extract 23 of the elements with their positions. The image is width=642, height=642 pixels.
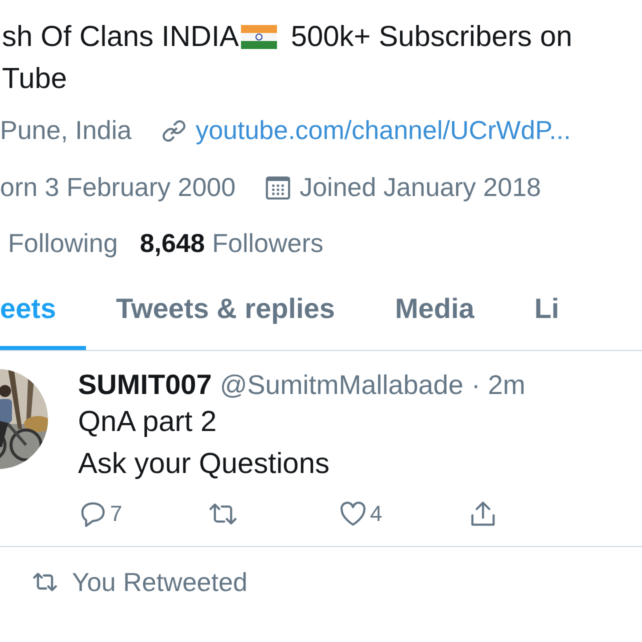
- author-name: SUMIT007: [78, 369, 212, 401]
- profile-tab[interactable]: Tweets & replies: [86, 272, 365, 350]
- profile-tab[interactable]: Li: [504, 272, 590, 350]
- tweet-text: QnA part 2: [78, 405, 218, 440]
- bio-text: Tube: [2, 62, 68, 97]
- profile-tab[interactable]: Media: [364, 272, 504, 350]
- website-link[interactable]: youtube.com/channel/UCrWdP...: [196, 115, 571, 146]
- reply-button[interactable]: 7: [78, 499, 122, 529]
- location-text: Pune, India: [0, 115, 132, 146]
- like-button[interactable]: 4: [338, 499, 382, 529]
- bio-text: sh Of Clans INDIA: [2, 20, 239, 55]
- calendar-icon: [264, 174, 292, 202]
- following-link[interactable]: Following: [8, 228, 118, 258]
- retweet-context-text: You Retweeted: [72, 566, 248, 598]
- tweet-time: · 2m: [471, 370, 526, 401]
- tweet-text: Ask your Questions: [78, 447, 330, 482]
- followers-link[interactable]: 8,648 Followers: [140, 228, 324, 258]
- flag-icon: [240, 25, 277, 49]
- birthday-text: orn 3 February 2000: [0, 172, 236, 203]
- joined-date-text: Joined January 2018: [300, 172, 541, 203]
- profile-tab[interactable]: eets: [0, 272, 86, 350]
- bio-text: 500k+ Subscribers on: [290, 20, 572, 55]
- author-handle: @SumitmMallabade: [220, 370, 464, 401]
